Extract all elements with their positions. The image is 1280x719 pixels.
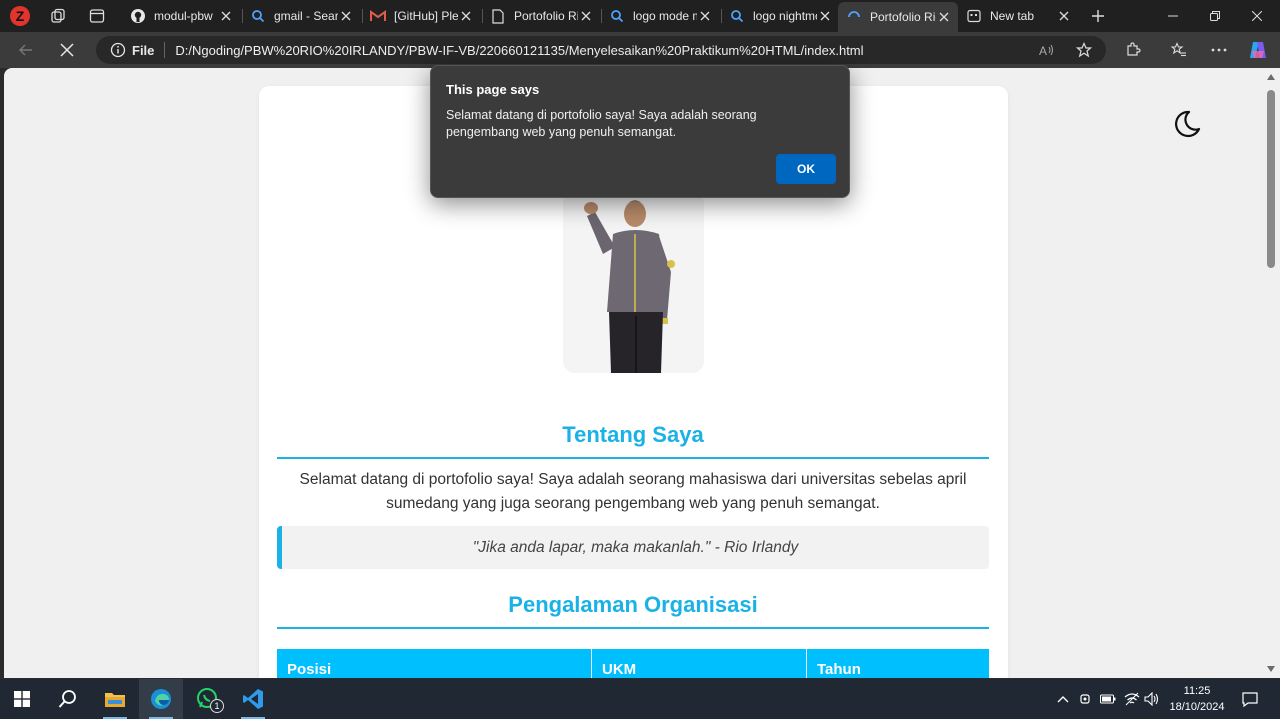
browser-tab[interactable]: logo nightmode [721, 3, 839, 29]
about-text: Selamat datang di portofolio saya! Saya … [299, 471, 967, 512]
organization-title: Pengalaman Organisasi [508, 592, 758, 617]
favorite-star-icon[interactable] [1071, 37, 1097, 63]
dark-mode-toggle-icon[interactable] [1170, 108, 1202, 140]
about-divider [277, 457, 989, 459]
url-text[interactable]: D:/Ngoding/PBW%20RIO%20IRLANDY/PBW-IF-VB… [175, 43, 863, 58]
system-clock[interactable]: 11:25 18/10/2024 [1160, 683, 1234, 715]
file-explorer-icon[interactable] [93, 679, 137, 719]
browser-tab[interactable]: gmail - Search [242, 3, 360, 29]
browser-tab-active[interactable]: Portofolio Rio [838, 2, 958, 32]
profile-icon[interactable]: Z [8, 4, 32, 28]
workspaces-icon[interactable] [46, 4, 70, 28]
tab-title: logo mode malam [633, 9, 697, 23]
wifi-icon[interactable] [1122, 679, 1142, 719]
read-aloud-icon[interactable]: A [1034, 37, 1060, 63]
loading-icon [846, 9, 862, 25]
alert-dialog: This page says Selamat datang di portofo… [430, 65, 850, 198]
search-icon [609, 8, 625, 24]
minimize-icon[interactable] [1150, 0, 1196, 32]
restore-icon[interactable] [1192, 0, 1238, 32]
back-icon[interactable] [13, 37, 39, 63]
search-taskbar-icon[interactable] [46, 679, 90, 719]
about-title: Tentang Saya [562, 422, 704, 447]
vscode-icon[interactable] [231, 679, 275, 719]
close-tab-icon[interactable] [1056, 8, 1072, 24]
browser-tab[interactable]: logo mode malam [601, 3, 719, 29]
stop-loading-icon[interactable] [54, 37, 80, 63]
search-icon [250, 8, 266, 24]
extensions-icon[interactable] [1120, 37, 1146, 63]
more-options-icon[interactable] [1206, 37, 1232, 63]
scheme-label: File [132, 42, 155, 58]
browser-toolbar: File D:/Ngoding/PBW%20RIO%20IRLANDY/PBW-… [0, 32, 1280, 68]
edge-taskbar-icon[interactable] [139, 679, 183, 719]
whatsapp-badge: 1 [210, 699, 224, 713]
column-header-posisi: Posisi [277, 649, 592, 678]
meet-now-icon[interactable] [1076, 679, 1096, 719]
newtab-icon [966, 8, 982, 24]
search-icon [729, 8, 745, 24]
tab-actions-icon[interactable] [85, 4, 109, 28]
column-header-tahun: Tahun [817, 661, 861, 678]
clock-time: 11:25 [1183, 685, 1211, 697]
close-tab-icon[interactable] [936, 9, 952, 25]
scroll-up-icon[interactable] [1267, 74, 1275, 80]
battery-icon[interactable] [1098, 679, 1118, 719]
taskbar: 1 11:25 18/10/2024 [0, 679, 1280, 719]
tab-title: [GitHub] Please [394, 9, 458, 23]
tab-title: Portofolio Rio [514, 9, 578, 23]
new-tab-plus-icon[interactable] [1086, 4, 1110, 28]
close-tab-icon[interactable] [458, 8, 474, 24]
close-tab-icon[interactable] [218, 8, 234, 24]
browser-tab[interactable]: New tab [958, 3, 1078, 29]
page-scrollbar[interactable] [1262, 68, 1280, 678]
tab-title: modul-pbw [154, 9, 213, 23]
organization-divider [277, 627, 989, 629]
organization-table-header: Posisi UKM Tahun [277, 649, 989, 678]
favorites-icon[interactable] [1166, 37, 1192, 63]
tab-title: logo nightmode [753, 9, 817, 23]
github-icon [130, 8, 146, 24]
scroll-thumb[interactable] [1267, 90, 1275, 268]
close-tab-icon[interactable] [817, 8, 833, 24]
gmail-icon [370, 8, 386, 24]
clock-date: 18/10/2024 [1169, 701, 1225, 713]
dialog-ok-button[interactable]: OK [776, 154, 836, 184]
close-tab-icon[interactable] [697, 8, 713, 24]
notifications-icon[interactable] [1236, 679, 1264, 719]
scroll-down-icon[interactable] [1267, 666, 1275, 672]
start-windows-icon[interactable] [0, 679, 44, 719]
column-header-ukm: UKM [592, 649, 807, 678]
tab-title: Portofolio Rio [870, 10, 936, 24]
close-window-icon[interactable] [1234, 0, 1280, 32]
svg-text:Z: Z [16, 8, 25, 24]
tab-strip: Z modul-pbw gmail - Search [GitHub] Plea… [0, 0, 1280, 32]
dialog-title: This page says [446, 82, 540, 97]
site-info-icon[interactable] [110, 42, 126, 58]
close-tab-icon[interactable] [338, 8, 354, 24]
show-hidden-icons-chevron-icon[interactable] [1054, 679, 1072, 719]
page-icon [490, 8, 506, 24]
copilot-icon[interactable] [1245, 37, 1271, 63]
browser-tab[interactable]: Portofolio Rio [482, 3, 600, 29]
browser-tab[interactable]: modul-pbw [122, 3, 240, 29]
browser-tab[interactable]: [GitHub] Please [362, 3, 480, 29]
whatsapp-icon[interactable]: 1 [186, 679, 230, 719]
dialog-message: Selamat datang di portofolio saya! Saya … [446, 108, 757, 139]
address-bar[interactable]: File D:/Ngoding/PBW%20RIO%20IRLANDY/PBW-… [96, 36, 1106, 64]
tab-title: gmail - Search [274, 9, 338, 23]
quote-block: "Jika anda lapar, maka makanlah." - Rio … [277, 526, 989, 569]
svg-text:A: A [1039, 44, 1047, 57]
tab-title: New tab [990, 9, 1035, 23]
close-tab-icon[interactable] [578, 8, 594, 24]
profile-photo [563, 192, 704, 373]
volume-icon[interactable] [1142, 679, 1162, 719]
